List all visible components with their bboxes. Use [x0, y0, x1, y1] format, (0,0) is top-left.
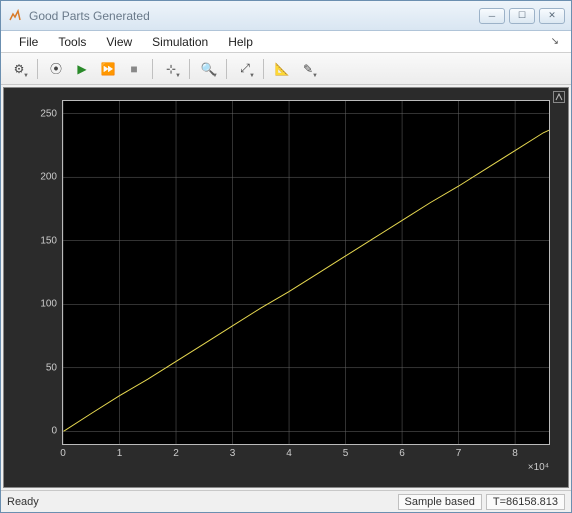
x-tick-label: 5 [343, 444, 349, 459]
stop-button[interactable]: ■ [122, 57, 146, 81]
separator [189, 59, 190, 79]
step-back-button[interactable]: ⦿ [44, 57, 68, 81]
separator [37, 59, 38, 79]
x-tick-label: 7 [456, 444, 462, 459]
menu-file[interactable]: File [9, 33, 48, 51]
x-tick-label: 8 [512, 444, 518, 459]
y-tick-label: 50 [46, 362, 63, 373]
separator [263, 59, 264, 79]
play-icon: ▶ [77, 62, 86, 76]
toolbar: ⚙▼ ⦿ ▶ ⏩ ■ ⊹▼ 🔍▼ ⤢▼ 📐 ✎▼ [1, 53, 571, 85]
window: Good Parts Generated ─ ☐ ✕ File Tools Vi… [0, 0, 572, 513]
y-tick-label: 100 [40, 299, 63, 310]
separator [152, 59, 153, 79]
minimize-button[interactable]: ─ [479, 8, 505, 24]
menu-help[interactable]: Help [218, 33, 263, 51]
window-title: Good Parts Generated [29, 9, 479, 23]
measurements-button[interactable]: 📐 [270, 57, 294, 81]
window-buttons: ─ ☐ ✕ [479, 8, 565, 24]
status-sample: Sample based [398, 494, 482, 510]
y-tick-label: 150 [40, 235, 63, 246]
step-back-icon: ⦿ [50, 60, 62, 77]
status-ready: Ready [7, 496, 394, 508]
matlab-icon [7, 8, 23, 24]
autoscale-button[interactable]: ⤢▼ [233, 57, 257, 81]
menubar: File Tools View Simulation Help ↘ [1, 31, 571, 53]
data-series [64, 130, 549, 431]
titlebar: Good Parts Generated ─ ☐ ✕ [1, 1, 571, 31]
zoom-button[interactable]: 🔍▼ [196, 57, 220, 81]
menubar-more-icon[interactable]: ↘ [547, 36, 563, 47]
measure-icon: 📐 [275, 62, 290, 76]
menu-tools[interactable]: Tools [48, 33, 96, 51]
x-tick-label: 0 [60, 444, 66, 459]
x-tick-label: 2 [173, 444, 179, 459]
signal-selector-button[interactable]: ⊹▼ [159, 57, 183, 81]
menu-view[interactable]: View [96, 33, 142, 51]
plot-area: Number of good parts generated ×10⁴ 0123… [3, 87, 569, 488]
x-tick-label: 3 [230, 444, 236, 459]
y-tick-label: 200 [40, 172, 63, 183]
plot-svg [63, 101, 549, 444]
x-tick-label: 4 [286, 444, 292, 459]
configure-button[interactable]: ⚙▼ [7, 57, 31, 81]
step-forward-icon: ⏩ [101, 62, 116, 76]
stop-icon: ■ [130, 62, 137, 76]
highlight-button[interactable]: ✎▼ [296, 57, 320, 81]
y-tick-label: 0 [51, 426, 63, 437]
x-tick-label: 1 [117, 444, 123, 459]
run-button[interactable]: ▶ [70, 57, 94, 81]
menu-simulation[interactable]: Simulation [142, 33, 218, 51]
step-forward-button[interactable]: ⏩ [96, 57, 120, 81]
x-axis-exponent: ×10⁴ [528, 444, 549, 473]
close-button[interactable]: ✕ [539, 8, 565, 24]
maximize-button[interactable]: ☐ [509, 8, 535, 24]
x-tick-label: 6 [399, 444, 405, 459]
maximize-axes-button[interactable] [553, 91, 565, 103]
axes[interactable]: ×10⁴ 012345678050100150200250 [62, 100, 550, 445]
separator [226, 59, 227, 79]
status-time: T=86158.813 [486, 494, 565, 510]
y-tick-label: 250 [40, 108, 63, 119]
statusbar: Ready Sample based T=86158.813 [1, 490, 571, 512]
